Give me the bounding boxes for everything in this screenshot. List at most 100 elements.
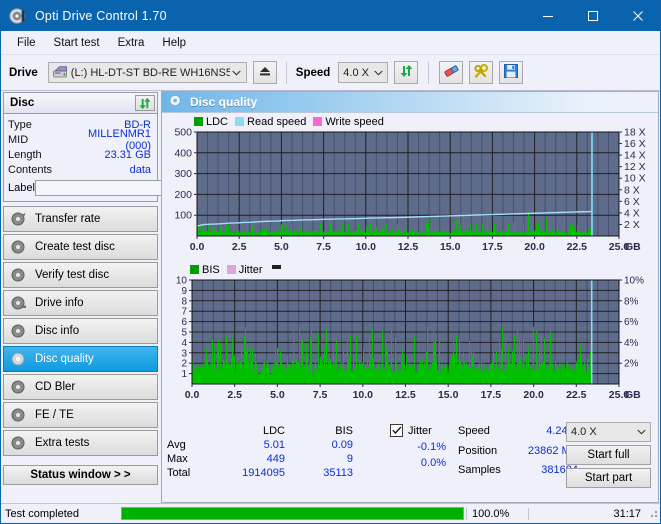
sidebar-item-disc-quality[interactable]: Disc quality bbox=[3, 346, 158, 372]
stats-max-ldc: 449 bbox=[266, 453, 285, 465]
legend-swatch-bis bbox=[190, 265, 199, 274]
sidebar-item-label: FE / TE bbox=[35, 409, 74, 421]
legend-entry-write-speed: Write speed bbox=[313, 116, 384, 128]
svg-text:17.5: 17.5 bbox=[482, 241, 503, 253]
legend-label-bis: BIS bbox=[202, 263, 220, 276]
svg-text:15.0: 15.0 bbox=[438, 389, 459, 401]
ldc-chart-canvas: 1002003004005002 X4 X6 X8 X10 X12 X14 X1… bbox=[174, 127, 646, 254]
svg-text:10%: 10% bbox=[624, 276, 644, 287]
sidebar-item-drive-info[interactable]: Drive info bbox=[3, 290, 158, 316]
toolbar-divider-1 bbox=[285, 61, 287, 84]
svg-text:6: 6 bbox=[181, 317, 187, 328]
drive-label: Drive bbox=[9, 66, 38, 79]
save-button[interactable] bbox=[499, 61, 524, 84]
sidebar-item-create-test-disc[interactable]: Create test disc bbox=[3, 234, 158, 260]
svg-text:8%: 8% bbox=[624, 296, 639, 307]
maximize-icon[interactable] bbox=[570, 1, 615, 31]
sidebar-item-label: Disc quality bbox=[35, 353, 94, 365]
legend-entry-jitter: Jitter bbox=[226, 263, 263, 276]
save-icon bbox=[504, 64, 519, 81]
tools-icon bbox=[473, 63, 489, 81]
eraser-icon bbox=[443, 64, 460, 81]
start-full-button[interactable]: Start full bbox=[566, 445, 651, 465]
chevron-down-icon bbox=[634, 427, 648, 437]
jitter-max-value: 0.0% bbox=[420, 457, 446, 469]
svg-text:20.0: 20.0 bbox=[523, 389, 544, 401]
speed-select[interactable]: 4.0 X bbox=[338, 62, 389, 83]
progress-percent: 100.0% bbox=[466, 507, 528, 520]
chevron-down-icon bbox=[230, 68, 244, 78]
disc-quality-panel: Disc quality LDC Read speed Write speed bbox=[161, 91, 659, 503]
speed-stat-label: Speed bbox=[458, 425, 490, 437]
speed-select-value: 4.0 X bbox=[343, 66, 369, 79]
status-window-button[interactable]: Status window > > bbox=[3, 465, 158, 485]
svg-text:10.0: 10.0 bbox=[356, 241, 377, 253]
close-icon[interactable] bbox=[615, 1, 660, 31]
sidebar-item-extra-tests[interactable]: Extra tests bbox=[3, 430, 158, 456]
refresh-icon bbox=[399, 64, 414, 81]
title-bar: Opti Drive Control 1.70 bbox=[1, 1, 660, 31]
sidebar-item-label: Drive info bbox=[35, 297, 84, 309]
jitter-header: Jitter bbox=[390, 424, 432, 437]
resize-grip[interactable] bbox=[647, 507, 660, 520]
bis-chart-legend: BIS Jitter bbox=[190, 263, 658, 276]
ldc-chart-legend: LDC Read speed Write speed bbox=[194, 115, 658, 128]
svg-text:22.5: 22.5 bbox=[567, 241, 588, 253]
svg-text:5.0: 5.0 bbox=[270, 389, 285, 401]
stats-row-total-label: Total bbox=[167, 467, 191, 479]
status-message: Test completed bbox=[5, 507, 79, 520]
menu-item-file[interactable]: File bbox=[8, 34, 45, 52]
svg-text:17.5: 17.5 bbox=[481, 389, 502, 401]
disc-field-mid-label: MID bbox=[8, 133, 29, 146]
svg-text:1: 1 bbox=[181, 369, 187, 380]
jitter-checkbox[interactable] bbox=[390, 424, 403, 437]
erase-button[interactable] bbox=[439, 61, 464, 84]
chevron-down-icon bbox=[371, 68, 385, 78]
svg-text:10.0: 10.0 bbox=[353, 389, 374, 401]
disc-panel: Disc Type BD-R MID MILLENMR1 (000) Lengt… bbox=[3, 92, 237, 202]
svg-text:14 X: 14 X bbox=[624, 150, 646, 162]
sidebar-item-transfer-rate[interactable]: Transfer rate bbox=[3, 206, 158, 232]
svg-text:6 X: 6 X bbox=[624, 196, 640, 208]
drive-select[interactable]: (L:) HL-DT-ST BD-RE WH16NS58 TST4 bbox=[47, 62, 247, 83]
legend-label-jitter: Jitter bbox=[238, 263, 263, 276]
disc-field-length-label: Length bbox=[8, 148, 42, 161]
legend-entry-read-speed: Read speed bbox=[235, 116, 306, 128]
menu-item-extra[interactable]: Extra bbox=[109, 34, 154, 52]
disc-field-length: Length 23.31 GB bbox=[8, 147, 153, 162]
test-speed-value: 4.0 X bbox=[571, 426, 597, 438]
disc-gray-icon bbox=[11, 436, 27, 450]
menu-item-start-test[interactable]: Start test bbox=[45, 34, 109, 52]
menu-item-help[interactable]: Help bbox=[153, 34, 195, 52]
svg-text:8 X: 8 X bbox=[624, 184, 640, 196]
eject-button[interactable] bbox=[252, 61, 277, 84]
sidebar: Disc Type BD-R MID MILLENMR1 (000) Lengt… bbox=[3, 92, 237, 503]
test-speed-select[interactable]: 4.0 X bbox=[566, 422, 651, 442]
sidebar-item-label: Disc info bbox=[35, 325, 80, 337]
svg-text:6%: 6% bbox=[624, 317, 639, 328]
disc-refresh-button[interactable] bbox=[135, 95, 155, 111]
legend-label-write-speed: Write speed bbox=[325, 115, 384, 128]
svg-text:7: 7 bbox=[181, 307, 187, 318]
svg-text:4 X: 4 X bbox=[624, 207, 640, 219]
stats-header-row: LDC BIS bbox=[166, 424, 354, 438]
svg-text:300: 300 bbox=[174, 168, 192, 180]
ldc-chart: LDC Read speed Write speed 100 200 300 400 5… bbox=[162, 113, 658, 259]
svg-text:500: 500 bbox=[174, 128, 192, 139]
sidebar-item-label: Transfer rate bbox=[35, 213, 101, 225]
legend-marker-dark bbox=[271, 264, 281, 269]
svg-text:12.5: 12.5 bbox=[398, 241, 419, 253]
sidebar-item-disc-info[interactable]: Disc info bbox=[3, 318, 158, 344]
svg-text:16 X: 16 X bbox=[624, 138, 646, 150]
tools-button[interactable] bbox=[469, 61, 494, 84]
position-stat-label: Position bbox=[458, 445, 498, 457]
minimize-icon[interactable] bbox=[525, 1, 570, 31]
sidebar-item-cd-bler[interactable]: CD Bler bbox=[3, 374, 158, 400]
disc-gray-icon bbox=[11, 380, 27, 394]
sidebar-item-verify-test-disc[interactable]: Verify test disc bbox=[3, 262, 158, 288]
svg-text:2%: 2% bbox=[624, 359, 639, 370]
start-part-button[interactable]: Start part bbox=[566, 468, 651, 488]
sidebar-item-fe-te[interactable]: FE / TE bbox=[3, 402, 158, 428]
refresh-button[interactable] bbox=[394, 61, 419, 84]
disc-field-contents-value: data bbox=[129, 163, 151, 176]
